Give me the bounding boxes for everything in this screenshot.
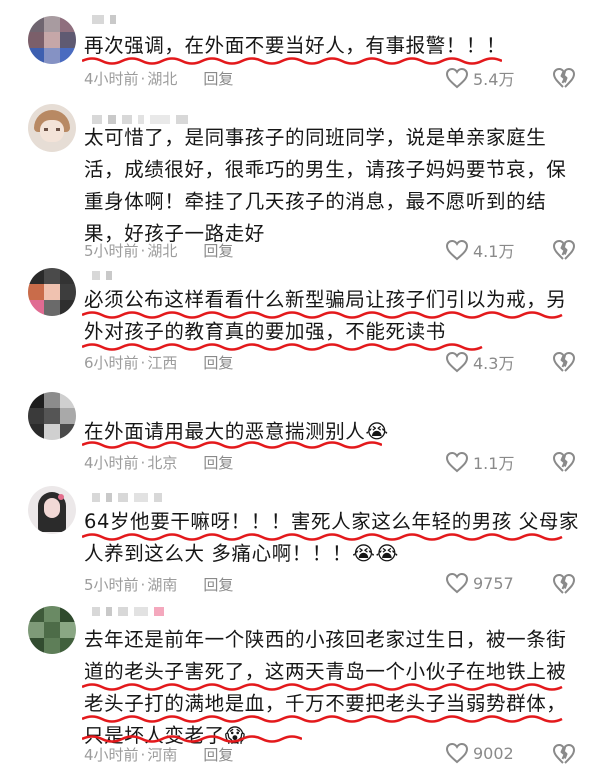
heart-outline-icon xyxy=(445,351,469,373)
username-redacted[interactable] xyxy=(92,604,164,618)
like-count: 4.3万 xyxy=(473,354,515,373)
location: 湖北 xyxy=(147,70,178,88)
reply-button[interactable]: 回复 xyxy=(203,240,233,261)
like-count: 9757 xyxy=(473,573,514,593)
like-button[interactable]: 9757 xyxy=(445,572,514,594)
username-redacted[interactable] xyxy=(92,268,112,282)
like-button[interactable]: 4.3万 xyxy=(445,350,514,374)
avatar[interactable] xyxy=(28,16,76,64)
reply-button[interactable]: 回复 xyxy=(203,452,233,473)
red-underline xyxy=(82,735,302,743)
timestamp: 4小时前 xyxy=(84,70,139,88)
comment-meta: 5小时前 · 湖北 回复 xyxy=(84,240,234,261)
red-underline xyxy=(82,441,382,449)
like-count: 1.1万 xyxy=(473,454,515,473)
username-redacted[interactable] xyxy=(92,12,116,26)
reply-button[interactable]: 回复 xyxy=(203,574,233,595)
broken-heart-icon[interactable] xyxy=(552,742,576,766)
username-redacted[interactable] xyxy=(92,490,162,504)
reply-button[interactable]: 回复 xyxy=(203,352,233,373)
red-underline xyxy=(82,715,563,723)
avatar[interactable] xyxy=(28,606,76,654)
heart-outline-icon xyxy=(445,572,469,594)
avatar[interactable] xyxy=(28,392,76,440)
like-count: 4.1万 xyxy=(473,242,515,261)
heart-outline-icon xyxy=(445,742,469,764)
comment-meta: 5小时前 · 湖南 回复 xyxy=(84,574,234,595)
timestamp: 4小时前 xyxy=(84,454,139,472)
like-button[interactable]: 5.4万 xyxy=(445,66,514,90)
heart-outline-icon xyxy=(445,239,469,261)
comment-text: 太可惜了，是同事孩子的同班同学，说是单亲家庭生活，成绩很好，很乖巧的男生，请孩子… xyxy=(84,126,567,245)
broken-heart-icon[interactable] xyxy=(552,572,576,596)
like-count: 9002 xyxy=(473,743,514,763)
avatar[interactable] xyxy=(28,486,76,534)
comment-meta: 4小时前 · 湖北 回复 xyxy=(84,68,234,89)
reply-button[interactable]: 回复 xyxy=(203,68,233,89)
avatar[interactable] xyxy=(28,104,76,152)
red-underline xyxy=(82,311,563,319)
broken-heart-icon[interactable] xyxy=(552,350,576,374)
heart-outline-icon xyxy=(445,451,469,473)
heart-outline-icon xyxy=(445,67,469,89)
broken-heart-icon[interactable] xyxy=(552,66,576,90)
timestamp: 6小时前 xyxy=(84,354,139,372)
comment-meta: 4小时前 · 河南 回复 xyxy=(84,744,234,765)
comment-meta: 6小时前 · 江西 回复 xyxy=(84,352,234,373)
red-underline xyxy=(82,343,483,351)
timestamp: 5小时前 xyxy=(84,242,139,260)
like-button[interactable]: 1.1万 xyxy=(445,450,514,474)
broken-heart-icon[interactable] xyxy=(552,450,576,474)
location: 湖南 xyxy=(147,576,178,594)
red-underline xyxy=(82,533,563,541)
red-underline xyxy=(82,683,563,691)
broken-heart-icon[interactable] xyxy=(552,238,576,262)
location: 江西 xyxy=(147,354,178,372)
reply-button[interactable]: 回复 xyxy=(203,744,233,765)
comment-meta: 4小时前 · 北京 回复 xyxy=(84,452,234,473)
like-count: 5.4万 xyxy=(473,70,515,89)
timestamp: 5小时前 xyxy=(84,576,139,594)
like-button[interactable]: 4.1万 xyxy=(445,238,514,262)
location: 河南 xyxy=(147,746,178,764)
location: 湖北 xyxy=(147,242,178,260)
avatar[interactable] xyxy=(28,268,76,316)
like-button[interactable]: 9002 xyxy=(445,742,514,764)
red-underline xyxy=(82,57,502,65)
location: 北京 xyxy=(147,454,178,472)
timestamp: 4小时前 xyxy=(84,746,139,764)
